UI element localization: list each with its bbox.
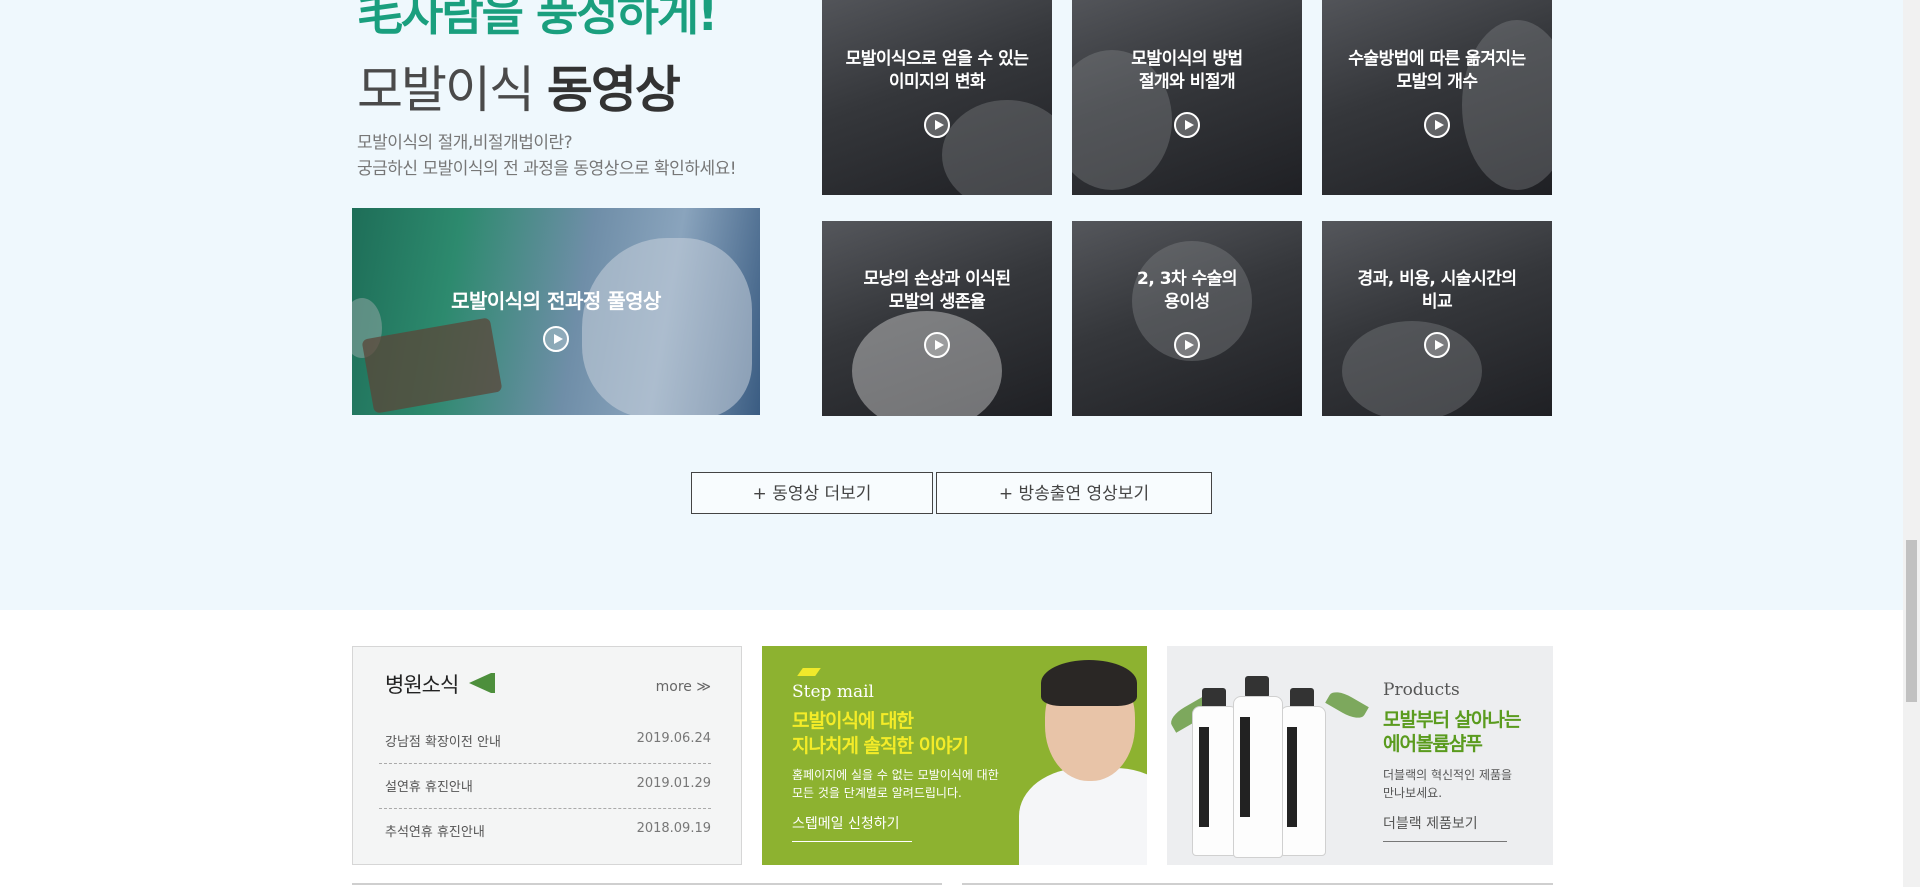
play-icon[interactable] (1424, 112, 1450, 138)
news-item-date: 2018.09.19 (636, 821, 711, 836)
shampoo-bottle (1233, 696, 1283, 858)
desc-line-1: 모발이식의 절개,비절개법이란? (357, 133, 573, 153)
thumbnail-blob (1462, 20, 1552, 190)
news-item-date: 2019.06.24 (636, 731, 711, 746)
model-hair (1041, 660, 1137, 706)
divider (962, 883, 1553, 885)
hero-description: 모발이식의 절개,비절개법이란? 궁금하신 모발이식의 전 과정을 동영상으로 … (357, 130, 737, 182)
stepmail-banner[interactable]: Step mail 모발이식에 대한 지나치게 솔직한 이야기 홈페이지에 실을 … (762, 646, 1147, 865)
stepmail-signup-link[interactable]: 스텝메일 신청하기 (792, 813, 912, 842)
play-icon[interactable] (924, 112, 950, 138)
title-bold: 동영상 (546, 61, 681, 119)
stepmail-headline: 모발이식에 대한 지나치게 솔직한 이야기 (792, 710, 969, 757)
news-more-link[interactable]: more ≫ (656, 679, 711, 695)
thumbnail-blob (852, 311, 1002, 416)
hero-slogan: 毛자람을 풍성하게! (357, 0, 718, 41)
divider (352, 883, 942, 885)
play-icon[interactable] (1174, 332, 1200, 358)
video-thumb-3[interactable]: 수술방법에 따른 옮겨지는 모발의 개수 (1322, 0, 1552, 195)
video-title-3: 수술방법에 따른 옮겨지는 모발의 개수 (1348, 49, 1526, 92)
news-item-title: 설연휴 휴진안내 (385, 780, 473, 795)
accent-stripe (797, 668, 821, 676)
products-label: Products (1383, 680, 1460, 700)
video-title-6: 경과, 비용, 시술시간의 비교 (1357, 269, 1517, 312)
title-light: 모발이식 (357, 61, 547, 119)
video-title-4: 모낭의 손상과 이식된 모발의 생존율 (863, 269, 1011, 312)
stepmail-description: 홈페이지에 실을 수 없는 모발이식에 대한 모든 것을 단계별로 알려드립니다. (792, 768, 999, 800)
products-view-link[interactable]: 더블랙 제품보기 (1383, 813, 1507, 842)
megaphone-icon (469, 673, 495, 693)
stepmail-label: Step mail (792, 682, 874, 702)
broadcast-videos-button[interactable]: + 방송출연 영상보기 (936, 472, 1212, 514)
video-thumb-1[interactable]: 모발이식으로 얻을 수 있는 이미지의 변화 (822, 0, 1052, 195)
video-title-1: 모발이식으로 얻을 수 있는 이미지의 변화 (845, 49, 1029, 92)
video-thumb-2[interactable]: 모발이식의 방법 절개와 비절개 (1072, 0, 1302, 195)
news-item-date: 2019.01.29 (636, 776, 711, 791)
page-title: 모발이식 동영상 (357, 50, 681, 122)
products-banner[interactable]: Products 모발부터 살아나는 에어볼륨샴푸 더블랙의 혁신적인 제품을 만나… (1167, 646, 1553, 865)
play-icon[interactable] (1424, 332, 1450, 358)
video-thumb-5[interactable]: 2, 3차 수술의 용이성 (1072, 221, 1302, 416)
video-title-5: 2, 3차 수술의 용이성 (1136, 269, 1238, 312)
products-headline: 모발부터 살아나는 에어볼륨샴푸 (1383, 709, 1521, 755)
featured-video-title: 모발이식의 전과정 풀영상 (451, 289, 661, 313)
video-thumbnail-shape (361, 317, 503, 414)
video-thumb-6[interactable]: 경과, 비용, 시술시간의 비교 (1322, 221, 1552, 416)
model-photo (1019, 660, 1147, 865)
more-videos-button[interactable]: + 동영상 더보기 (691, 472, 933, 514)
video-section: 毛자람을 풍성하게! 모발이식 동영상 모발이식의 절개,비절개법이란? 궁금하… (0, 0, 1920, 610)
video-thumb-4[interactable]: 모낭의 손상과 이식된 모발의 생존율 (822, 221, 1052, 416)
play-icon[interactable] (543, 326, 569, 352)
scrollbar-track[interactable] (1903, 0, 1920, 887)
products-description: 더블랙의 혁신적인 제품을 만나보세요. (1383, 768, 1513, 800)
leaf-decoration (1325, 687, 1369, 723)
list-item[interactable]: 추석연휴 휴진안내 2018.09.19 (379, 809, 711, 853)
thumbnail-blob (1342, 321, 1482, 416)
scrollbar-thumb[interactable] (1906, 540, 1917, 702)
play-icon[interactable] (1174, 112, 1200, 138)
shampoo-bottle (1192, 706, 1238, 856)
thumbnail-blob (942, 100, 1052, 195)
play-icon[interactable] (924, 332, 950, 358)
news-title: 병원소식 (385, 673, 459, 697)
news-item-title: 강남점 확장이전 안내 (385, 735, 501, 750)
news-item-title: 추석연휴 휴진안내 (385, 825, 485, 840)
video-thumbnail-shape (582, 238, 752, 415)
hospital-news: 병원소식 more ≫ 강남점 확장이전 안내 2019.06.24 설연휴 휴… (352, 646, 742, 865)
video-title-2: 모발이식의 방법 절개와 비절개 (1131, 49, 1243, 92)
list-item[interactable]: 강남점 확장이전 안내 2019.06.24 (379, 719, 711, 764)
shampoo-bottle (1280, 706, 1326, 856)
bottle-cap (1245, 676, 1269, 698)
desc-line-2: 궁금하신 모발이식의 전 과정을 동영상으로 확인하세요! (357, 159, 737, 179)
model-shirt (1019, 768, 1147, 865)
featured-video[interactable]: 모발이식의 전과정 풀영상 (352, 208, 760, 415)
list-item[interactable]: 설연휴 휴진안내 2019.01.29 (379, 764, 711, 809)
